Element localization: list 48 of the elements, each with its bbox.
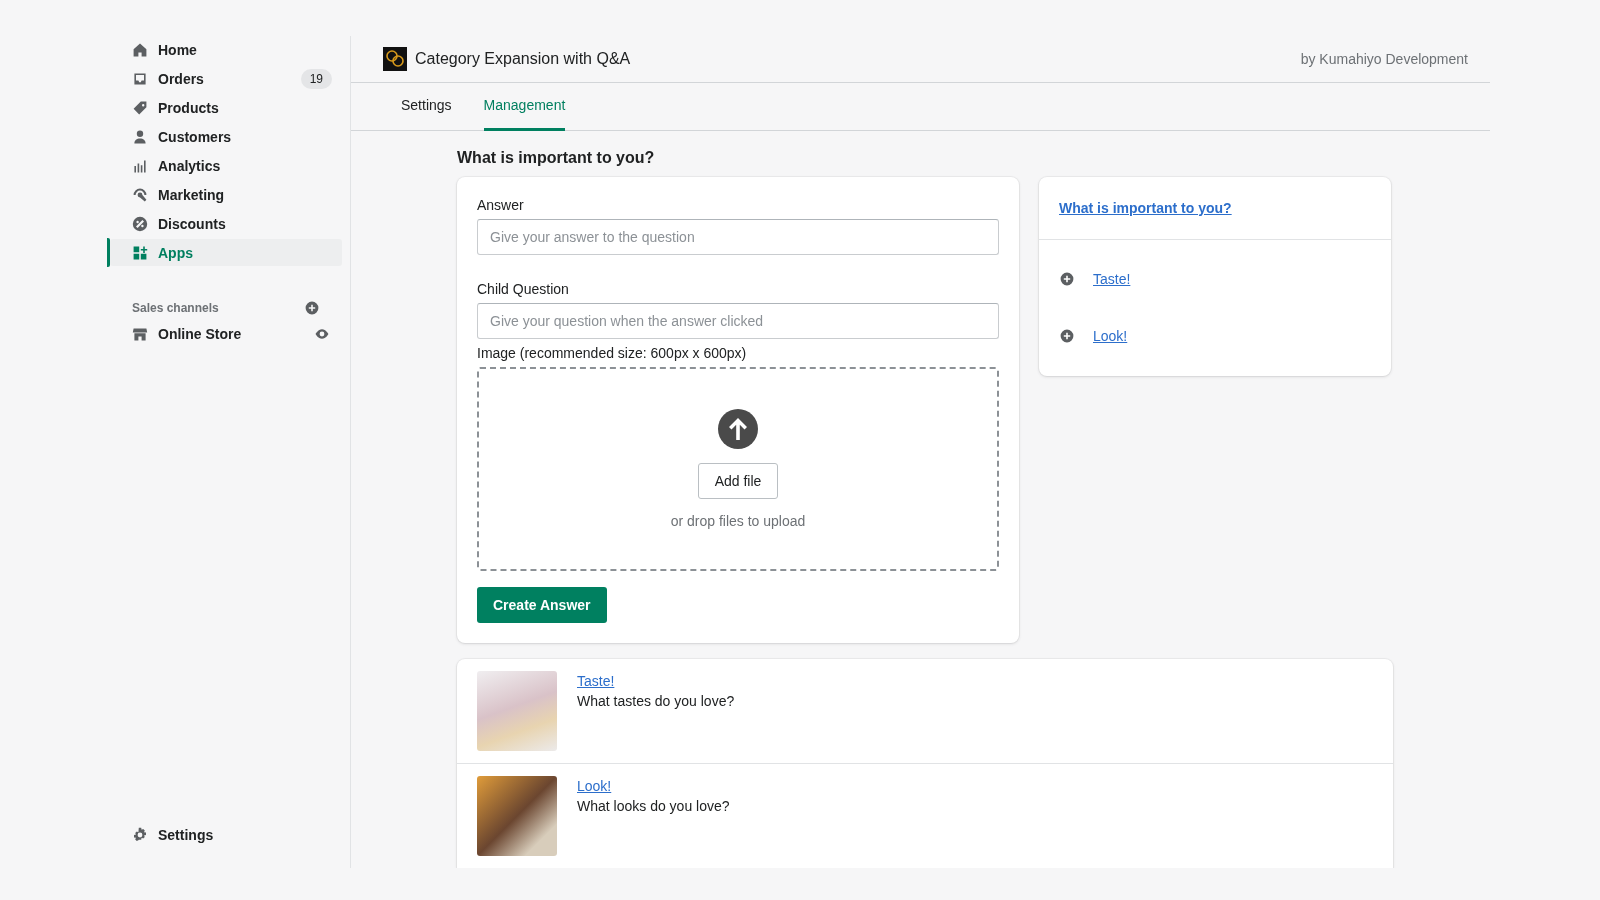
question-link[interactable]: What is important to you?: [1059, 200, 1232, 216]
app-title: Category Expansion with Q&A: [415, 49, 632, 68]
sidebar-item[interactable]: Apps: [110, 239, 342, 266]
answer-link[interactable]: Taste!: [1093, 270, 1131, 287]
sidebar-item[interactable]: Marketing: [110, 181, 342, 208]
section-title: Sales channels: [132, 301, 220, 315]
add-file-button[interactable]: Add file: [697, 463, 779, 499]
settings-icon: [132, 826, 148, 843]
sidebar-item[interactable]: Customers: [110, 123, 342, 150]
inbox-icon: [132, 70, 148, 87]
answer-link[interactable]: Taste!: [577, 673, 615, 689]
expand-icon[interactable]: [1059, 327, 1075, 344]
sidebar-item[interactable]: Online Store: [110, 320, 342, 347]
sidebar-item[interactable]: Settings: [110, 821, 342, 848]
developer-name: by Kumahiyo Development: [1300, 50, 1468, 67]
sidebar-item[interactable]: Discounts: [110, 210, 342, 237]
answer-link[interactable]: Look!: [577, 778, 612, 794]
add-icon[interactable]: [304, 300, 320, 316]
question-text: What looks do you love?: [577, 798, 730, 814]
question-field[interactable]: Give your question when the answer clicked: [477, 303, 999, 339]
sidebar-item[interactable]: Orders 19: [110, 65, 342, 92]
percent-icon: [132, 215, 148, 232]
bars-icon: [132, 157, 148, 174]
home-icon: [132, 41, 148, 58]
count-badge: 19: [300, 68, 332, 89]
answer-link[interactable]: Look!: [1093, 327, 1128, 344]
sidebar-item[interactable]: Products: [110, 94, 342, 121]
field-label: Child Question: [477, 281, 570, 297]
field-label: Image (recommended size: 600px x 600px): [477, 345, 748, 361]
person-icon: [132, 128, 148, 145]
app-logo-icon: [383, 46, 407, 71]
tag-icon: [132, 99, 148, 116]
upload-icon: [718, 409, 758, 449]
expand-icon[interactable]: [1059, 270, 1075, 287]
store-icon: [132, 325, 148, 342]
create-answer-button[interactable]: Create Answer: [477, 587, 607, 623]
tab[interactable]: Settings: [401, 82, 452, 131]
sidebar-item[interactable]: Analytics: [110, 152, 342, 179]
tab[interactable]: Management: [483, 82, 566, 131]
field-label: Answer: [477, 197, 525, 213]
apps-icon: [132, 244, 148, 261]
drop-zone[interactable]: Add file or drop files to upload: [477, 367, 999, 571]
target-icon: [132, 186, 148, 203]
sidebar-item[interactable]: Home: [110, 36, 342, 63]
question-text: What tastes do you love?: [577, 693, 735, 709]
section-heading: What is important to you?: [457, 149, 656, 167]
drop-hint: or drop files to upload: [670, 513, 806, 529]
answer-field[interactable]: Give your answer to the question: [477, 219, 999, 255]
